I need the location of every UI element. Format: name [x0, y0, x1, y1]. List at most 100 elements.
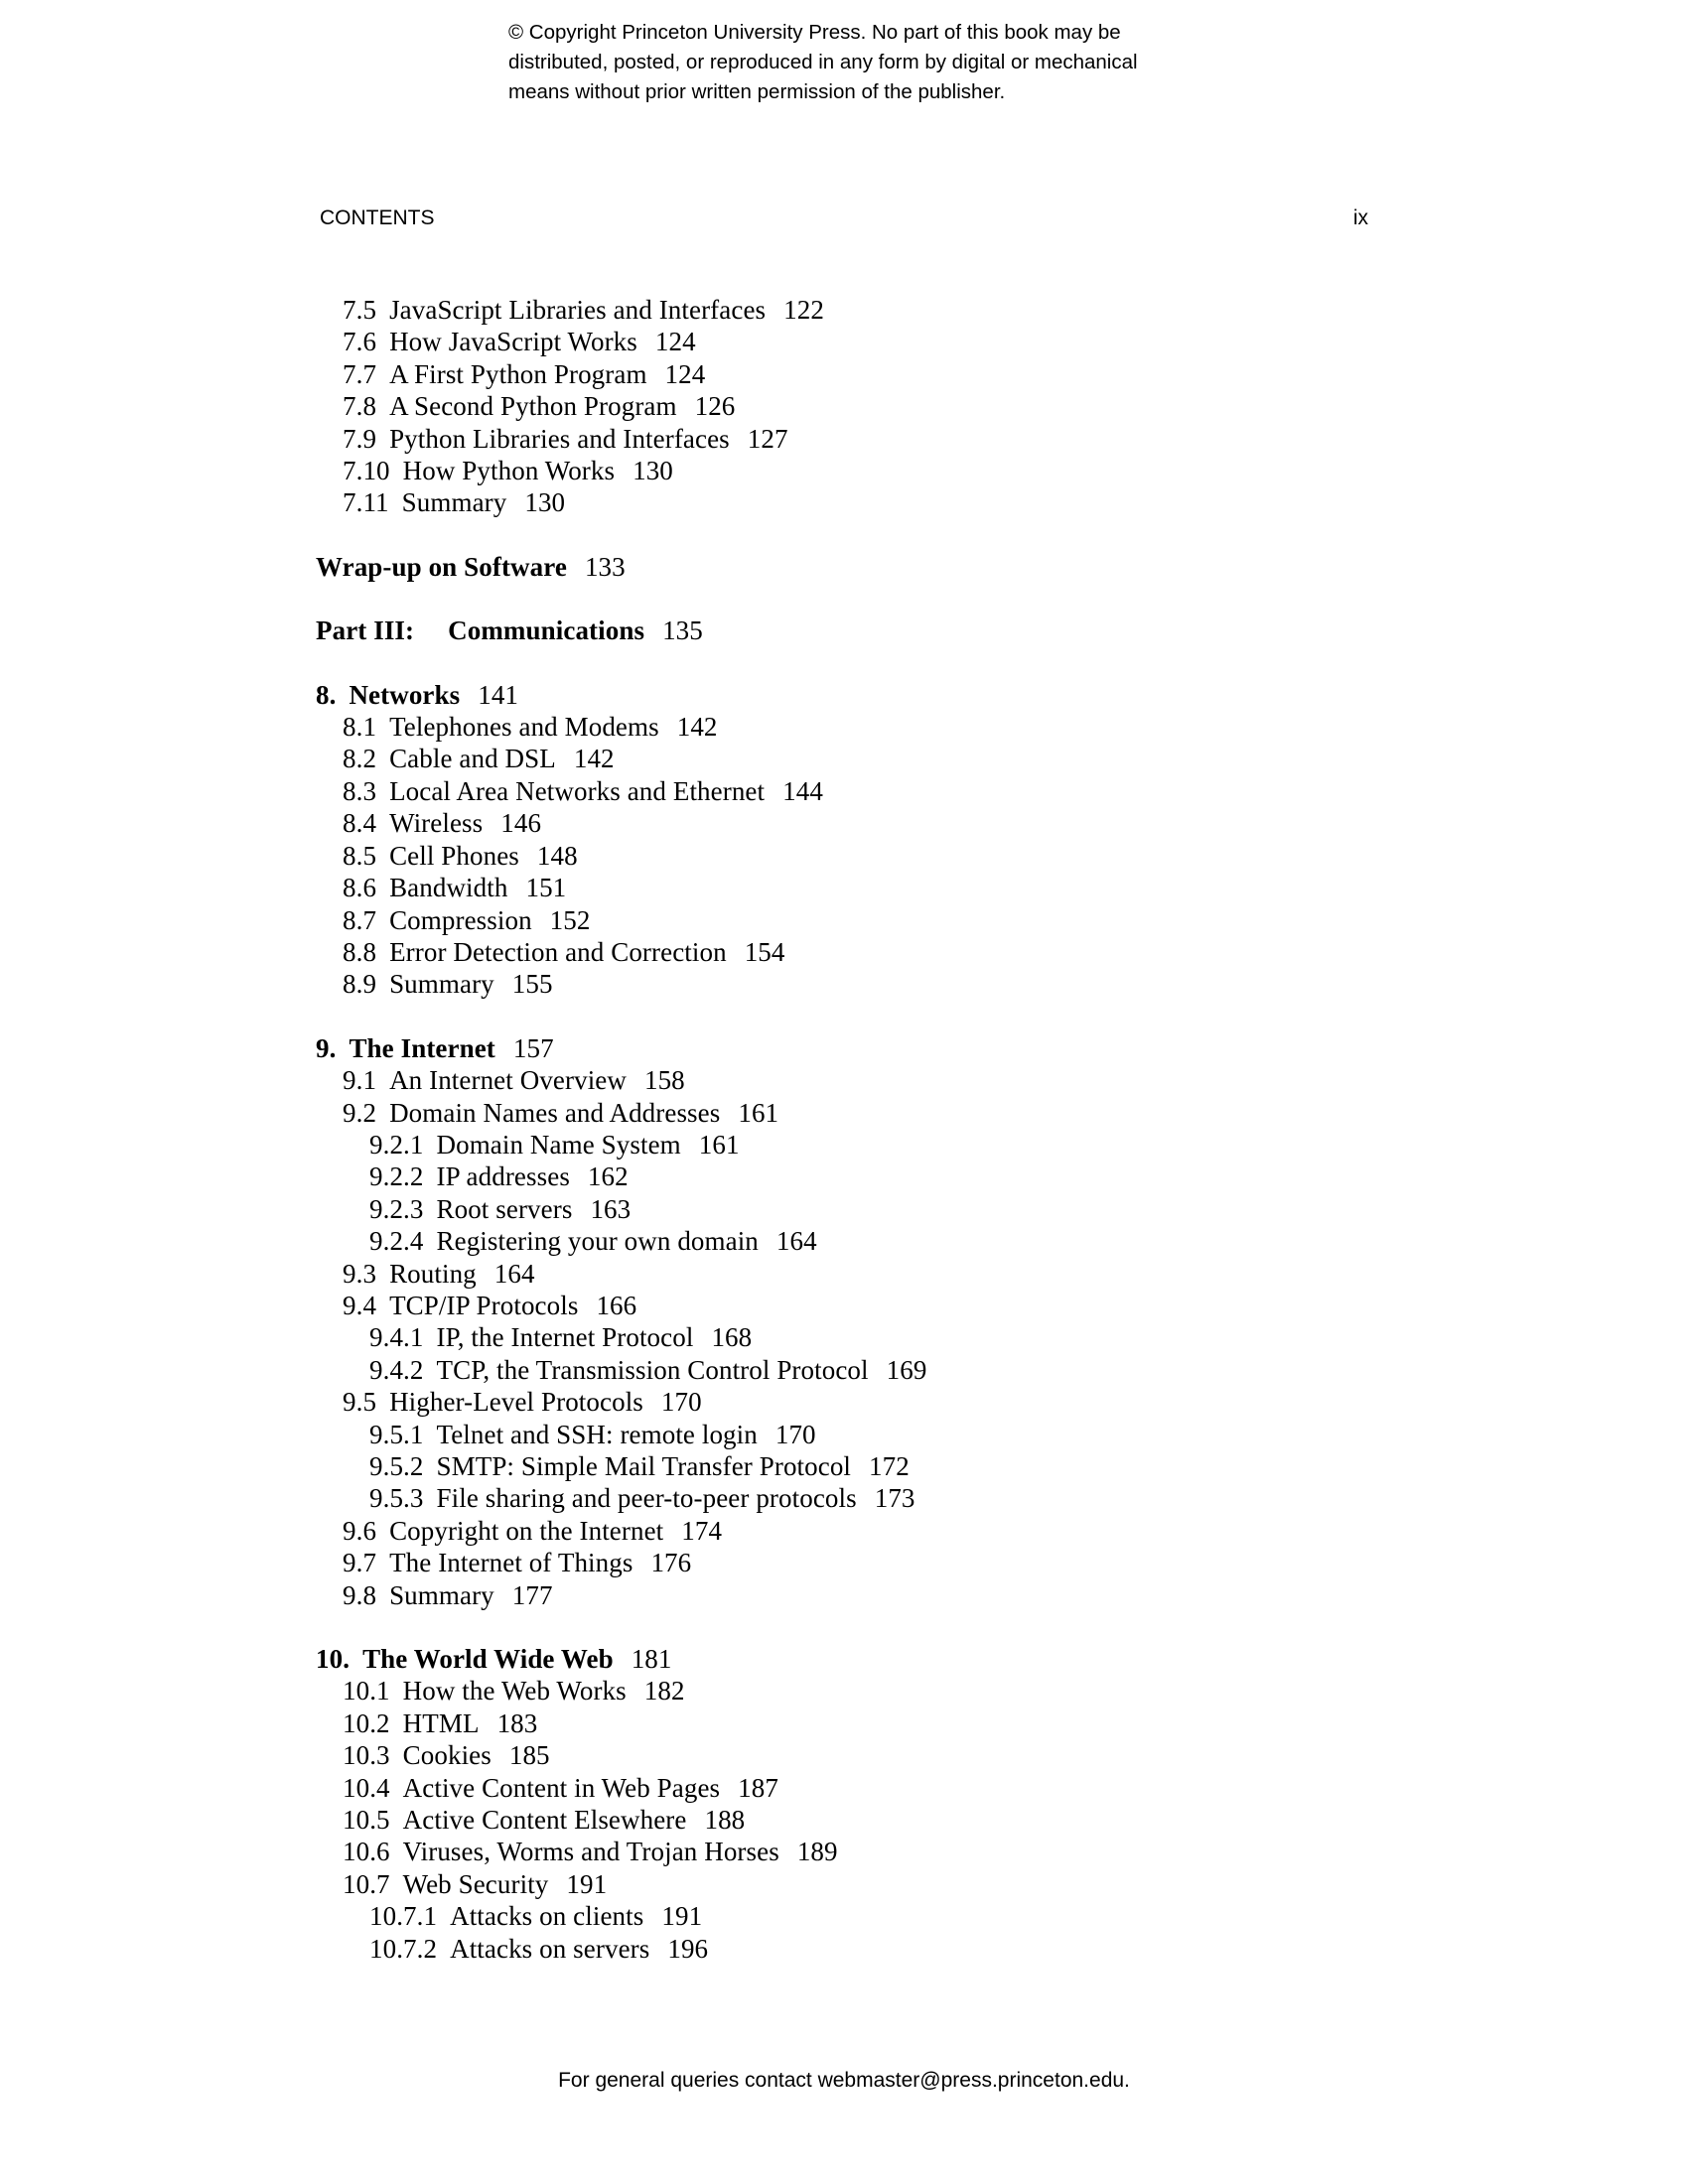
toc-entry-title: Summary: [401, 487, 507, 518]
toc-entry-title: Error Detection and Correction: [389, 936, 727, 967]
toc-entry-page-number: 169: [886, 1354, 927, 1385]
toc-entry-page-number: 170: [774, 1419, 816, 1449]
toc-entry-number: 8.6: [343, 873, 377, 903]
toc-entry-number: 9.8: [343, 1579, 377, 1610]
toc-entry[interactable]: 10.7 Web Security 191: [343, 1868, 1688, 1900]
toc-entry-page-number: 157: [512, 1032, 554, 1063]
toc-entry-title: Web Security: [402, 1868, 549, 1899]
toc-entry-page-number: 130: [524, 487, 566, 518]
toc-group: Part III: Communications 135: [0, 614, 1688, 646]
toc-entry-title: Local Area Networks and Ethernet: [389, 775, 766, 806]
toc-entry-title: Higher-Level Protocols: [389, 1387, 643, 1418]
toc-entry-number: Part III:: [316, 615, 415, 646]
toc-entry-title: Telephones and Modems: [389, 712, 659, 743]
toc-entry[interactable]: 9.4 TCP/IP Protocols 166: [343, 1290, 1688, 1321]
toc-entry[interactable]: 9.7 The Internet of Things 176: [343, 1547, 1688, 1578]
running-head: CONTENTS ix: [320, 206, 1368, 230]
toc-entry-title: Copyright on the Internet: [389, 1515, 664, 1546]
toc-entry[interactable]: 9.5.2 SMTP: Simple Mail Transfer Protocol…: [369, 1450, 1688, 1482]
toc-entry-title: The Internet: [349, 1032, 495, 1063]
toc-entry[interactable]: 10.7.2 Attacks on servers 196: [369, 1933, 1688, 1965]
toc-entry-number: 9.2.3: [369, 1193, 424, 1224]
toc-entry-number: 9.5.2: [369, 1451, 424, 1481]
toc-entry[interactable]: 9.5 Higher-Level Protocols 170: [343, 1386, 1688, 1418]
toc-entry[interactable]: 10.3 Cookies 185: [343, 1739, 1688, 1771]
page-folio: ix: [1352, 206, 1368, 229]
toc-entry[interactable]: 9.5.3 File sharing and peer-to-peer proto…: [369, 1482, 1688, 1514]
toc-entry[interactable]: 9.5.1 Telnet and SSH: remote login 170: [369, 1419, 1688, 1450]
toc-entry-page-number: 176: [650, 1548, 692, 1578]
toc-entry[interactable]: 7.6 How JavaScript Works 124: [343, 326, 1688, 357]
toc-entry-page-number: 162: [587, 1161, 629, 1192]
toc-entry-page-number: 133: [584, 551, 626, 582]
toc-entry[interactable]: Part III: Communications 135: [316, 614, 1688, 646]
toc-entry[interactable]: 9.2 Domain Names and Addresses 161: [343, 1097, 1688, 1129]
toc-entry[interactable]: Wrap-up on Software 133: [316, 551, 1688, 583]
toc-entry-number: 8.9: [343, 969, 377, 1000]
toc-entry[interactable]: 9.2.1 Domain Name System 161: [369, 1129, 1688, 1160]
toc-entry[interactable]: 10.2 HTML 183: [343, 1707, 1688, 1739]
toc-entry[interactable]: 7.11 Summary 130: [343, 486, 1688, 518]
toc-entry[interactable]: 9.6 Copyright on the Internet 174: [343, 1515, 1688, 1547]
toc-entry[interactable]: 9.2.2 IP addresses 162: [369, 1160, 1688, 1192]
toc-entry[interactable]: 10.6 Viruses, Worms and Trojan Horses 189: [343, 1836, 1688, 1867]
toc-entry-page-number: 142: [573, 744, 615, 774]
toc-entry[interactable]: 7.7 A First Python Program 124: [343, 358, 1688, 390]
toc-entry[interactable]: 9.4.2 TCP, the Transmission Control Proto…: [369, 1354, 1688, 1386]
toc-entry[interactable]: 9. The Internet 157: [316, 1032, 1688, 1064]
toc-entry-page-number: 161: [698, 1129, 740, 1160]
toc-entry-number: 7.5: [343, 295, 377, 325]
toc-entry[interactable]: 10. The World Wide Web 181: [316, 1643, 1688, 1675]
toc-group: 10. The World Wide Web 181 10.1 How the Web …: [0, 1643, 1688, 1965]
toc-entry-page-number: 189: [796, 1837, 838, 1867]
toc-entry[interactable]: 8. Networks 141: [316, 679, 1688, 711]
toc-entry[interactable]: 8.5 Cell Phones 148: [343, 840, 1688, 872]
toc-entry[interactable]: 9.2.3 Root servers 163: [369, 1193, 1688, 1225]
toc-entry[interactable]: 9.3 Routing 164: [343, 1258, 1688, 1290]
toc-entry-title: File sharing and peer-to-peer protocols: [436, 1483, 857, 1514]
toc-entry[interactable]: 8.3 Local Area Networks and Ethernet 144: [343, 775, 1688, 807]
toc-entry[interactable]: 7.9 Python Libraries and Interfaces 127: [343, 423, 1688, 455]
toc-entry[interactable]: 7.5 JavaScript Libraries and Interfaces 12…: [343, 294, 1688, 326]
toc-entry[interactable]: 7.8 A Second Python Program 126: [343, 390, 1688, 422]
toc-entry-page-number: 124: [664, 358, 706, 389]
toc-entry-page-number: 177: [511, 1579, 553, 1610]
toc-entry[interactable]: 10.7.1 Attacks on clients 191: [369, 1900, 1688, 1932]
toc-entry-page-number: 170: [660, 1387, 702, 1418]
toc-entry-title: Attacks on servers: [450, 1933, 650, 1964]
toc-entry[interactable]: 8.7 Compression 152: [343, 904, 1688, 936]
toc-entry-number: 9.6: [343, 1515, 377, 1546]
toc-entry-title: Routing: [389, 1258, 477, 1289]
toc-entry-title: Active Content Elsewhere: [402, 1805, 687, 1836]
toc-entry-page-number: 163: [590, 1193, 632, 1224]
toc-entry[interactable]: 9.2.4 Registering your own domain 164: [369, 1225, 1688, 1257]
toc-entry-page-number: 135: [662, 615, 703, 646]
toc-entry-number: 9.5: [343, 1387, 377, 1418]
toc-entry-title: TCP, the Transmission Control Protocol: [436, 1354, 869, 1385]
toc-entry-page-number: 185: [508, 1740, 550, 1771]
toc-entry[interactable]: 10.5 Active Content Elsewhere 188: [343, 1804, 1688, 1836]
toc-entry-number: 10.1: [343, 1676, 390, 1706]
toc-entry[interactable]: 8.4 Wireless 146: [343, 807, 1688, 839]
toc-entry[interactable]: 8.1 Telephones and Modems 142: [343, 711, 1688, 743]
toc-entry[interactable]: 7.10 How Python Works 130: [343, 455, 1688, 486]
toc-entry[interactable]: 8.6 Bandwidth 151: [343, 872, 1688, 903]
toc-entry-page-number: 142: [676, 712, 718, 743]
toc-entry-title: Python Libraries and Interfaces: [389, 423, 730, 454]
toc-entry[interactable]: 9.1 An Internet Overview 158: [343, 1064, 1688, 1096]
toc-entry[interactable]: 9.4.1 IP, the Internet Protocol 168: [369, 1321, 1688, 1353]
toc-entry-title: Cell Phones: [389, 840, 519, 871]
toc-entry[interactable]: 8.2 Cable and DSL 142: [343, 743, 1688, 774]
toc-entry[interactable]: 9.8 Summary 177: [343, 1579, 1688, 1611]
toc-entry-title: Domain Names and Addresses: [389, 1097, 721, 1128]
toc-entry-page-number: 188: [704, 1805, 746, 1836]
toc-entry[interactable]: 8.9 Summary 155: [343, 968, 1688, 1000]
toc-entry[interactable]: 10.1 How the Web Works 182: [343, 1675, 1688, 1706]
toc-entry-title: Summary: [389, 1579, 494, 1610]
toc-entry-page-number: 154: [744, 936, 785, 967]
toc-entry-page-number: 182: [643, 1676, 685, 1706]
toc-entry[interactable]: 8.8 Error Detection and Correction 154: [343, 936, 1688, 968]
toc-group: 9. The Internet 157 9.1 An Internet Overview…: [0, 1032, 1688, 1611]
toc-entry[interactable]: 10.4 Active Content in Web Pages 187: [343, 1772, 1688, 1804]
